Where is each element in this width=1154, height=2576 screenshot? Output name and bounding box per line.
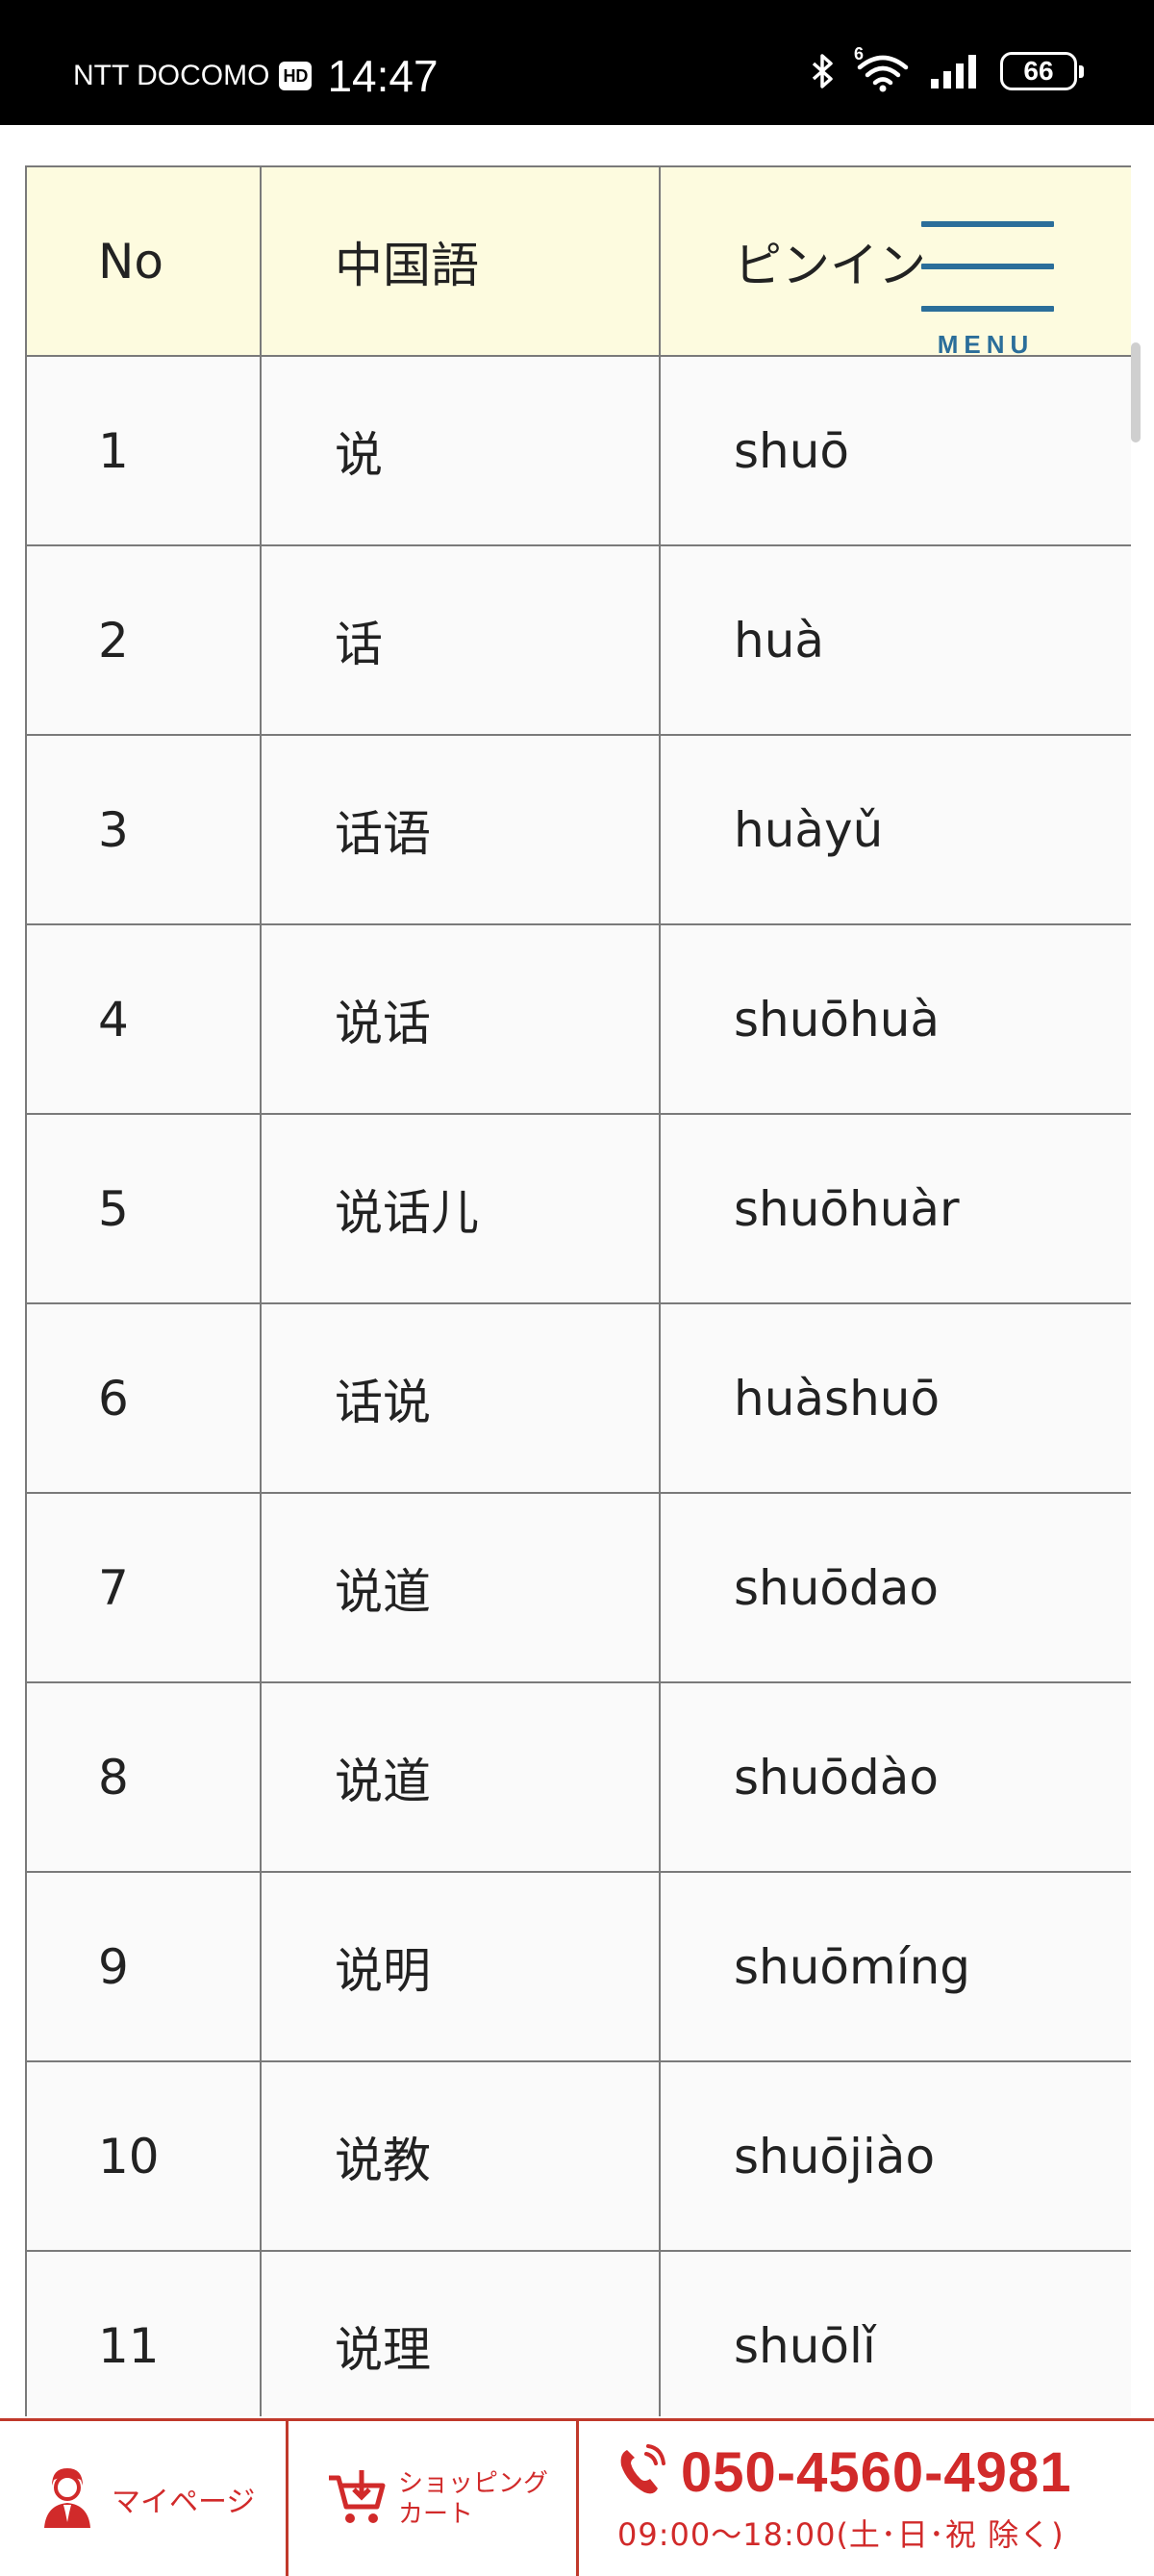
cell-pinyin: shuōhuàr: [659, 1113, 1131, 1304]
hd-badge: HD: [279, 62, 313, 90]
cell-no: 1: [25, 355, 262, 546]
cell-no: 9: [25, 1871, 262, 2062]
signal-icon: [929, 52, 983, 90]
cell-no: 3: [25, 734, 262, 925]
status-right: 6 66: [808, 44, 1084, 92]
status-bar: NTT DOCOMO HD 14:47 6 66: [0, 0, 1154, 125]
table-row: 1 说 shuō: [25, 355, 1131, 546]
table-row: 5 说话儿 shuōhuàr: [25, 1113, 1131, 1304]
cart-icon: [327, 2468, 387, 2530]
cell-no: 7: [25, 1492, 262, 1683]
cell-chinese: 话语: [260, 734, 661, 925]
cell-pinyin: shuōlǐ: [659, 2250, 1131, 2416]
user-icon: [42, 2464, 92, 2534]
cell-chinese: 说明: [260, 1871, 661, 2062]
cell-no: 6: [25, 1302, 262, 1494]
table-row: 11 说理 shuōlǐ: [25, 2250, 1131, 2416]
pinyin-table-container: No 中国語 ピンイン 1 说 shuō 2 话 huà 3 话语 huàyǔ: [25, 165, 1131, 2416]
cell-no: 11: [25, 2250, 262, 2416]
header-chinese: 中国語: [260, 165, 661, 357]
cart-label-line1: ショッピング: [398, 2468, 549, 2498]
cell-no: 8: [25, 1681, 262, 1873]
table-row: 10 说教 shuōjiào: [25, 2060, 1131, 2252]
pinyin-table: No 中国語 ピンイン 1 说 shuō 2 话 huà 3 话语 huàyǔ: [25, 165, 1131, 2416]
table-row: 7 说道 shuōdao: [25, 1492, 1131, 1683]
phone-icon: [617, 2443, 667, 2502]
mypage-label: マイページ: [112, 2485, 256, 2519]
cell-chinese: 说教: [260, 2060, 661, 2252]
cell-pinyin: huàshuō: [659, 1302, 1131, 1494]
carrier-name: NTT DOCOMO: [73, 60, 270, 91]
status-left: NTT DOCOMO HD 14:47: [73, 50, 439, 102]
cell-pinyin: shuōdao: [659, 1492, 1131, 1683]
cell-pinyin: huà: [659, 544, 1131, 736]
phone-row: 050-4560-4981: [617, 2440, 1154, 2505]
cell-chinese: 说道: [260, 1492, 661, 1683]
wifi-icon: 6: [854, 44, 912, 92]
battery-icon: 66: [1000, 52, 1084, 90]
cell-chinese: 说话儿: [260, 1113, 661, 1304]
table-row: 9 说明 shuōmíng: [25, 1871, 1131, 2062]
clock: 14:47: [327, 51, 439, 101]
header-no: No: [25, 165, 262, 357]
wifi-badge: 6: [854, 44, 865, 63]
cell-no: 10: [25, 2060, 262, 2252]
cell-chinese: 说道: [260, 1681, 661, 1873]
cell-pinyin: shuō: [659, 355, 1131, 546]
cell-no: 5: [25, 1113, 262, 1304]
mypage-button[interactable]: マイページ: [0, 2421, 288, 2576]
cell-chinese: 说话: [260, 923, 661, 1115]
table-row: 2 话 huà: [25, 544, 1131, 736]
table-row: 4 说话 shuōhuà: [25, 923, 1131, 1115]
cart-label: ショッピング カート: [398, 2468, 548, 2530]
scrollbar-thumb[interactable]: [1131, 342, 1141, 442]
cell-pinyin: shuōmíng: [659, 1871, 1131, 2062]
cell-chinese: 话说: [260, 1302, 661, 1494]
cell-chinese: 说理: [260, 2250, 661, 2416]
cell-no: 4: [25, 923, 262, 1115]
cart-label-line2: カート: [398, 2499, 474, 2529]
shopping-cart-button[interactable]: ショッピング カート: [288, 2421, 579, 2576]
table-row: 8 说道 shuōdào: [25, 1681, 1131, 1873]
phone-number: 050-4560-4981: [681, 2441, 1072, 2504]
phone-contact-button[interactable]: 050-4560-4981 09:00〜18:00(土･日･祝 除く): [579, 2421, 1154, 2576]
cell-pinyin: huàyǔ: [659, 734, 1131, 925]
business-hours: 09:00〜18:00(土･日･祝 除く): [617, 2516, 1065, 2553]
table-row: 6 话说 huàshuō: [25, 1302, 1131, 1494]
cell-chinese: 话: [260, 544, 661, 736]
cell-pinyin: shuōjiào: [659, 2060, 1131, 2252]
cell-pinyin: shuōhuà: [659, 923, 1131, 1115]
cell-chinese: 说: [260, 355, 661, 546]
header-pinyin: ピンイン: [659, 165, 1131, 357]
bluetooth-icon: [808, 52, 837, 90]
bottom-nav-bar: マイページ ショッピング カート 050-4560-4981 09:00〜18:…: [0, 2418, 1154, 2576]
cell-pinyin: shuōdào: [659, 1681, 1131, 1873]
table-row: 3 话语 huàyǔ: [25, 734, 1131, 925]
menu-button[interactable]: MENU: [914, 216, 1058, 363]
cell-no: 2: [25, 544, 262, 736]
menu-label: MENU: [937, 330, 1035, 359]
